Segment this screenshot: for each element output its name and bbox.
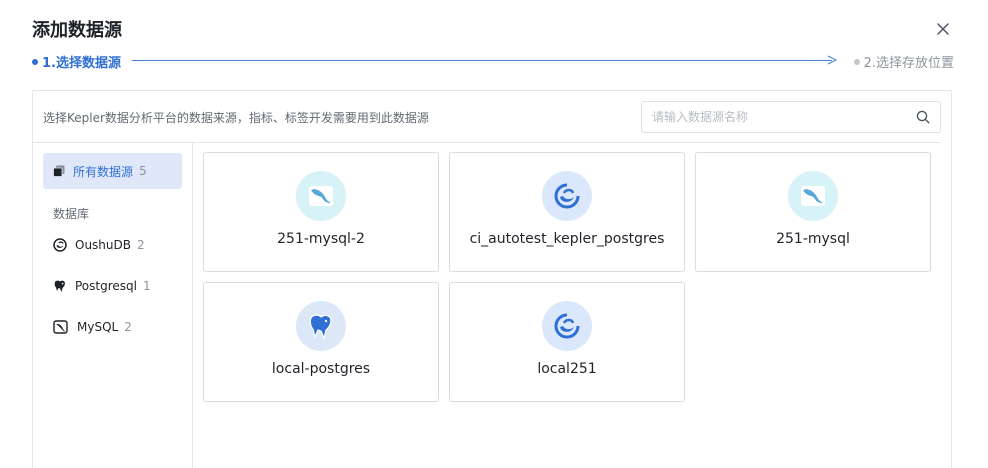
step-1-label: 1.选择数据源 xyxy=(42,56,121,71)
close-button[interactable] xyxy=(932,18,954,40)
mysql-logo-icon xyxy=(788,171,838,221)
search-input[interactable] xyxy=(652,110,916,124)
oushudb-icon xyxy=(53,238,67,252)
sidebar-item-postgresql[interactable]: Postgresql 1 xyxy=(43,268,182,304)
datasource-card-name: local251 xyxy=(537,361,597,377)
datasource-stack-icon xyxy=(53,165,65,177)
datasource-card[interactable]: 251-mysql xyxy=(695,152,931,272)
postgresql-icon xyxy=(54,280,65,292)
sidebar-section-label: 数据库 xyxy=(53,207,90,221)
search-icon[interactable] xyxy=(916,110,930,124)
arrow-right-icon xyxy=(827,55,838,65)
step-2: 2.选择存放位置 xyxy=(853,52,954,71)
datasource-card[interactable]: local-postgres xyxy=(203,282,439,402)
postgresql-logo-icon xyxy=(296,301,346,351)
step-connector-line xyxy=(132,60,832,61)
step-1: 1.选择数据源 xyxy=(32,52,121,71)
sidebar-item-all[interactable]: 所有数据源 5 xyxy=(43,153,182,189)
sidebar-item-label: 所有数据源 xyxy=(73,164,134,179)
sidebar-item-oushudb[interactable]: OushuDB 2 xyxy=(43,227,182,263)
datasource-panel: 选择Kepler数据分析平台的数据来源，指标、标签开发需要用到此数据源 所有数据… xyxy=(32,90,952,468)
datasource-card[interactable]: local251 xyxy=(449,282,685,402)
step-2-dot xyxy=(853,58,860,65)
step-2-label: 2.选择存放位置 xyxy=(863,56,954,71)
panel-description: 选择Kepler数据分析平台的数据来源，指标、标签开发需要用到此数据源 xyxy=(43,111,429,125)
mysql-icon xyxy=(53,320,68,334)
sidebar-item-count: 1 xyxy=(142,279,151,293)
sidebar-item-mysql[interactable]: MySQL 2 xyxy=(43,309,182,345)
sidebar-item-count: 2 xyxy=(137,238,145,252)
dialog-title: 添加数据源 xyxy=(32,20,122,41)
datasource-card-name: local-postgres xyxy=(271,361,371,377)
datasource-card-name: 251-mysql xyxy=(776,231,850,247)
search-box[interactable] xyxy=(641,101,941,133)
datasource-card-name: 251-mysql-2 xyxy=(277,231,365,247)
sidebar-item-label: Postgresql xyxy=(75,279,137,293)
oushudb-logo-icon xyxy=(542,171,592,221)
sidebar: 所有数据源 5 数据库 OushuDB 2 Postgresql 1 MySQL… xyxy=(33,143,193,468)
datasource-card-name: ci_autotest_kepler_postgres xyxy=(469,231,665,247)
close-icon xyxy=(937,23,949,35)
sidebar-item-count: 2 xyxy=(124,320,132,334)
sidebar-item-count: 5 xyxy=(139,164,147,178)
datasource-card[interactable]: 251-mysql-2 xyxy=(203,152,439,272)
step-1-dot xyxy=(32,58,38,65)
oushudb-logo-icon xyxy=(542,301,592,351)
sidebar-item-label: OushuDB xyxy=(75,238,131,252)
mysql-logo-icon xyxy=(296,171,346,221)
datasource-card[interactable]: ci_autotest_kepler_postgres xyxy=(449,152,685,272)
step-indicator: 1.选择数据源 2.选择存放位置 xyxy=(32,52,954,71)
sidebar-item-label: MySQL xyxy=(77,320,119,334)
